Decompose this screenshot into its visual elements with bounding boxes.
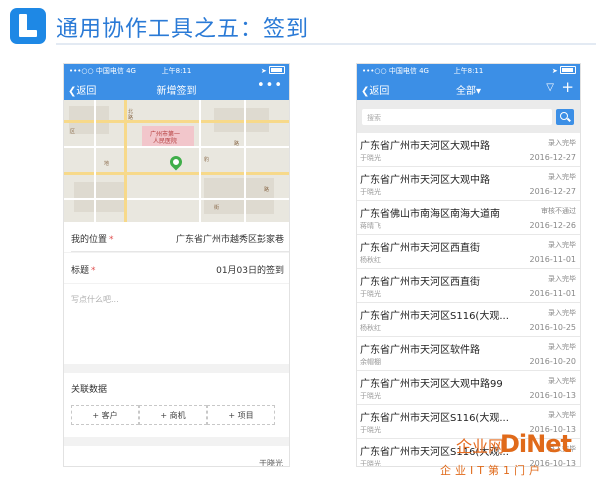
nav-bar: ❮返回 全部▾ ▽ + [357, 77, 580, 100]
item-person: 杨秋红 [360, 256, 381, 264]
watermark-sub: 企业IT第1门户 [440, 464, 544, 477]
related-buttons: + 客户 + 商机 + 项目 [64, 397, 289, 437]
item-person: 于晓光 [360, 188, 381, 196]
list-item[interactable]: 广东省广州市天河区大观中路 录入完毕于晓光 2016-12-27 [357, 133, 580, 167]
list-item[interactable]: 广东省广州市天河区S116(大观... 录入完毕杨秋红 2016-10-25 [357, 303, 580, 337]
item-person: 蒋晴飞 [360, 222, 381, 230]
note-textarea[interactable]: 写点什么吧... [64, 284, 289, 364]
item-address: 广东省广州市天河区大观中路99 [360, 379, 503, 390]
creator-value: 于晓光 [259, 459, 283, 466]
item-date: 2016-12-27 [529, 187, 577, 196]
list-item[interactable]: 广东省广州市天河区西直街 录入完毕于晓光 2016-11-01 [357, 269, 580, 303]
search-button[interactable] [556, 109, 574, 125]
item-person: 于晓光 [360, 426, 381, 434]
item-status: 录入完毕 [548, 309, 576, 317]
item-address: 广东省广州市天河区西直街 [360, 277, 480, 288]
phone-checkin-form: •••○○ 中国电信 4G 上午8:11 ➤ ❮返回 新增签到 ••• 广州市第… [64, 64, 289, 466]
nav-title: 新增签到 [156, 86, 197, 97]
status-bar: •••○○ 中国电信 4G 上午8:11 ➤ [64, 64, 289, 77]
list-item[interactable]: 广东省广州市天河区大观中路 录入完毕于晓光 2016-12-27 [357, 167, 580, 201]
filter-icon[interactable]: ▽ [546, 82, 554, 93]
add-button[interactable]: + [561, 78, 574, 96]
battery-icon [560, 66, 576, 74]
checkin-list: 广东省广州市天河区大观中路 录入完毕 于晓光 2016-12-27 广东省广州市天河区大… [357, 133, 580, 466]
status-bar: •••○○ 中国电信 4G 上午8:11 ➤ [357, 64, 580, 77]
note-placeholder: 写点什么吧... [71, 295, 119, 304]
item-status: 录入完毕 [548, 275, 576, 283]
item-address: 广东省广州市天河区大观中路 [360, 175, 490, 186]
watermark-cn: 企业网 [456, 437, 505, 456]
slide-title: 通用协作工具之五：签到 [56, 17, 310, 42]
watermark-logo: 企业网 DiNet 企业IT第1门户 [440, 430, 600, 477]
logo-icon [10, 8, 46, 44]
map-pin-icon [167, 153, 185, 171]
item-status: 录入完毕 [548, 343, 576, 351]
map-view[interactable]: 广州市第一 人民医院 区 北 路 路 豹 地 街 路 [64, 100, 289, 222]
item-date: 2016-12-26 [529, 221, 577, 230]
item-person: 于晓光 [360, 154, 381, 162]
item-address: 广东省广州市天河区S116(大观... [360, 413, 509, 424]
item-person: 余帽棚 [360, 358, 381, 366]
item-address: 广东省广州市天河区软件路 [360, 345, 480, 356]
item-address: 广东省广州市天河区大观中路 [360, 141, 490, 152]
item-status: 审核不通过 [541, 207, 576, 215]
item-status: 录入完毕 [548, 241, 576, 249]
item-address: 广东省广州市天河区S116(大观... [360, 311, 509, 322]
title-label: 标题 [71, 266, 90, 276]
status-time: 上午8:11 [453, 67, 484, 75]
add-customer-button[interactable]: + 客户 [71, 405, 139, 425]
location-row[interactable]: 我的位置 * 广东省广州市越秀区彭家巷 [64, 222, 289, 252]
poi-label: 广州市第一 人民医院 [150, 131, 181, 145]
status-time: 上午8:11 [161, 67, 192, 75]
location-arrow-icon: ➤ [551, 67, 558, 75]
item-date: 2016-11-01 [529, 289, 577, 298]
location-label: 我的位置 [71, 235, 108, 245]
item-date: 2016-10-25 [529, 323, 577, 332]
item-date: 2016-10-20 [529, 357, 577, 366]
item-status: 录入完毕 [548, 173, 576, 181]
item-date: 2016-10-13 [529, 391, 577, 400]
add-opportunity-button[interactable]: + 商机 [139, 405, 207, 425]
list-item[interactable]: 广东省广州市天河区大观中路99 录入完毕于晓光 2016-10-13 [357, 371, 580, 405]
battery-icon [269, 66, 285, 74]
list-item[interactable]: 广东省佛山市南海区南海大道南 审核不通过蒋晴飞 2016-12-26 [357, 201, 580, 235]
item-date: 2016-11-01 [529, 255, 577, 264]
search-input[interactable]: 搜索 [362, 109, 552, 125]
item-status: 录入完毕 [548, 139, 576, 147]
item-status: 录入完毕 [548, 411, 576, 419]
item-status: 录入完毕 [548, 377, 576, 385]
watermark-main: DiNet [500, 430, 572, 458]
list-item[interactable]: 广东省广州市天河区软件路 录入完毕余帽棚 2016-10-20 [357, 337, 580, 371]
add-project-button[interactable]: + 项目 [207, 405, 275, 425]
more-icon[interactable]: ••• [257, 78, 283, 93]
creator-row: 于晓光 [64, 446, 289, 466]
slide-header: 通用协作工具之五：签到 [0, 0, 600, 52]
required-asterisk: * [91, 266, 96, 276]
item-person: 于晓光 [360, 460, 381, 466]
phone-checkin-list: •••○○ 中国电信 4G 上午8:11 ➤ ❮返回 全部▾ ▽ + 搜索 广东… [357, 64, 580, 466]
location-arrow-icon: ➤ [260, 67, 267, 75]
list-item[interactable]: 广东省广州市天河区西直街 录入完毕杨秋红 2016-11-01 [357, 235, 580, 269]
title-row[interactable]: 标题 * 01月03日的签到 [64, 253, 289, 283]
related-section-title: 关联数据 [64, 373, 289, 397]
header-divider [56, 43, 596, 45]
caret-down-icon: ▾ [475, 86, 482, 97]
item-date: 2016-12-27 [529, 153, 577, 162]
item-person: 于晓光 [360, 392, 381, 400]
location-value: 广东省广州市越秀区彭家巷 [175, 235, 284, 245]
item-person: 杨秋红 [360, 324, 381, 332]
item-person: 于晓光 [360, 290, 381, 298]
required-asterisk: * [109, 235, 114, 245]
title-value: 01月03日的签到 [216, 266, 284, 276]
search-bar: 搜索 [357, 100, 580, 133]
nav-bar: ❮返回 新增签到 ••• [64, 77, 289, 100]
item-address: 广东省广州市天河区西直街 [360, 243, 480, 254]
item-address: 广东省佛山市南海区南海大道南 [360, 209, 500, 220]
